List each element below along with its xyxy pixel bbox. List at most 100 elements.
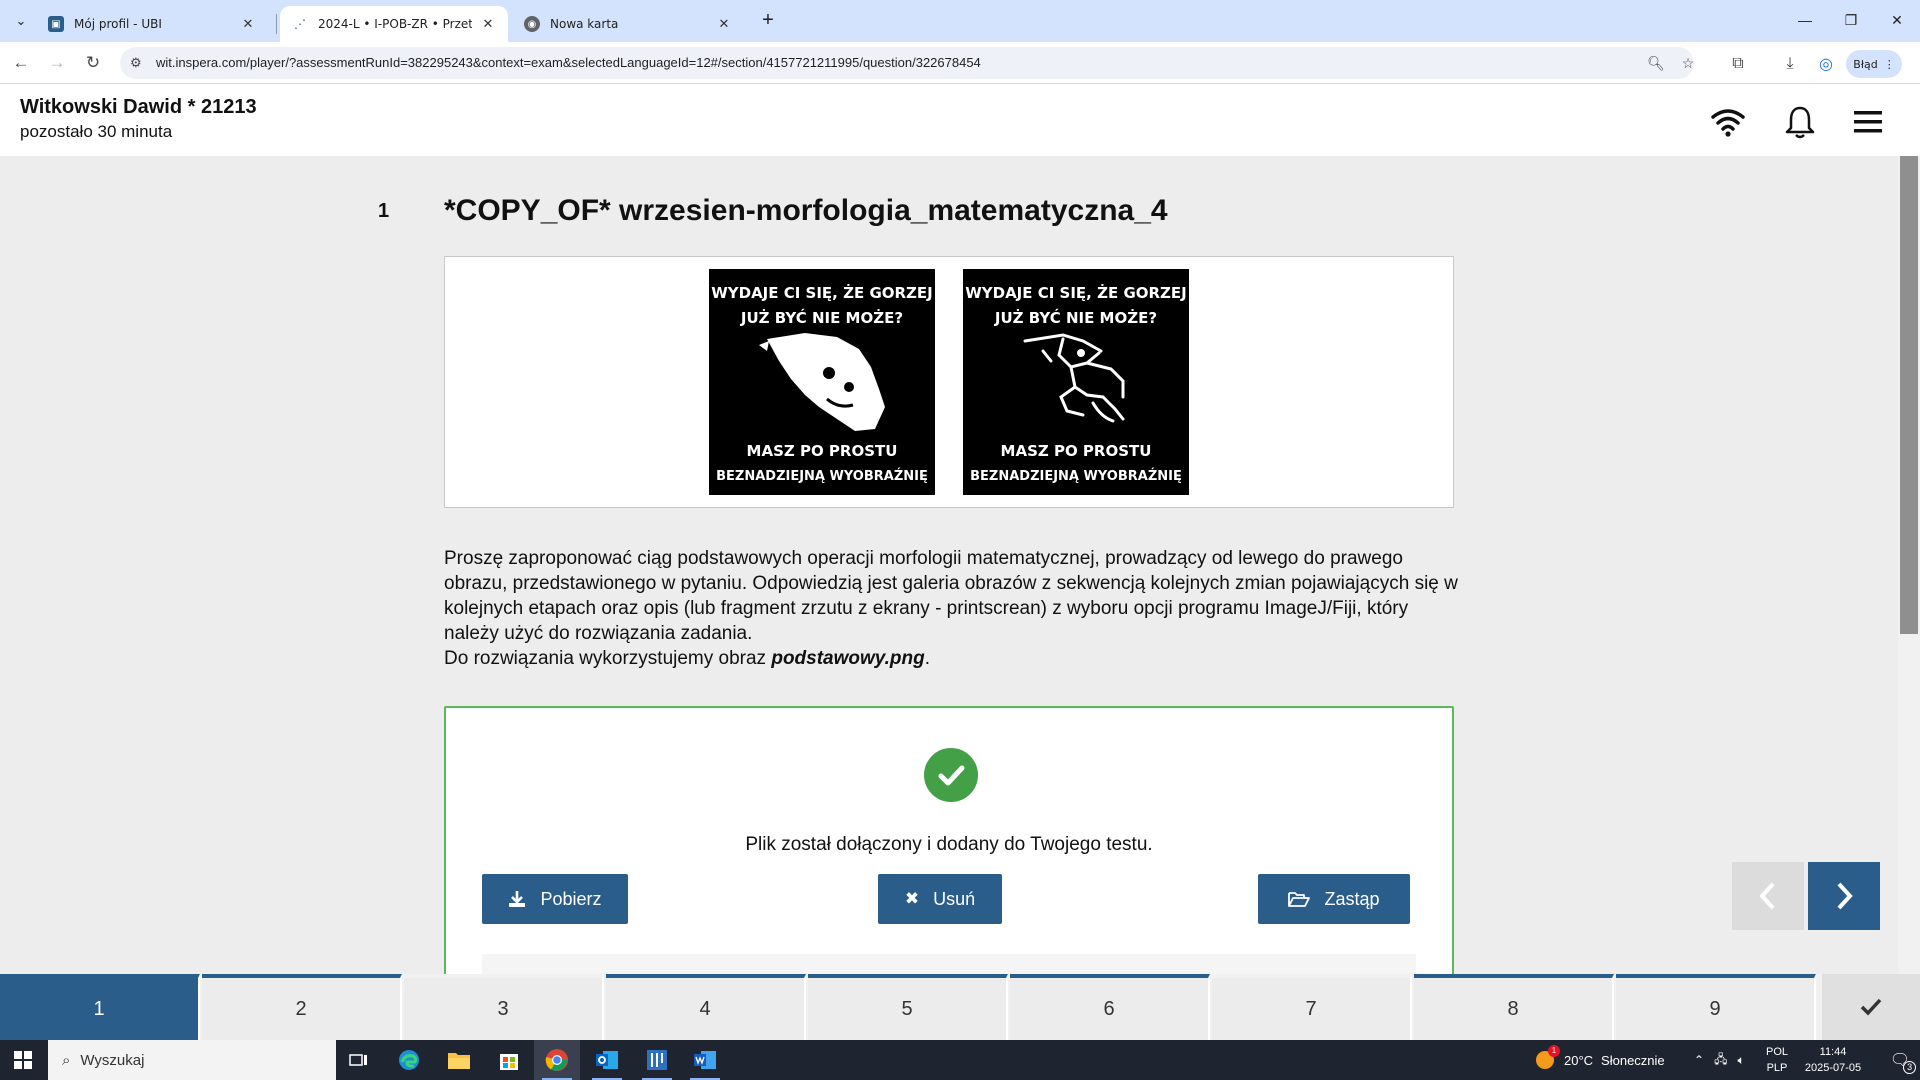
microsoft-store-icon[interactable] [486,1040,532,1080]
upload-answer-box: Plik został dołączony i dodany do Twojeg… [444,706,1454,974]
success-check-icon [924,748,978,802]
question-body-text: Proszę zaproponować ciąg podstawowych op… [444,548,1458,644]
replace-button[interactable]: Zastąp [1258,874,1410,924]
address-url[interactable]: wit.inspera.com/player/?assessmentRunId=… [156,55,981,70]
zoom-icon[interactable]: 🔍︎ [1646,53,1666,73]
tab-moj-profil[interactable]: ▣ Mój profil - UBI ✕ [36,6,268,42]
question-instructions: Proszę zaproponować ciąg podstawowych op… [444,546,1464,671]
input-language[interactable]: POL PLP [1762,1044,1792,1076]
wifi-icon[interactable] [1710,104,1746,140]
tab-title: Nowa karta [550,17,619,31]
exam-header: Witkowski Dawid * 21213 pozostało 30 min… [0,84,1920,156]
ubi-favicon-icon: ▣ [48,16,64,32]
tab-search-chevron-icon[interactable]: ⌄ [8,8,34,34]
download-icon[interactable]: ⤓ [1778,52,1802,76]
clock-time: 11:44 [1819,1046,1847,1058]
network-icon[interactable]: 🖧︎ [1714,1050,1727,1071]
close-icon[interactable]: ✕ [240,17,256,32]
question-nav-item[interactable]: 9 [1616,974,1816,1040]
next-question-button[interactable] [1808,862,1880,930]
weather-badge: 1 [1548,1045,1560,1057]
meme-bottom-text: MASZ PO PROSTU BEZNADZIEJNĄ WYOBRAŹNIĘ [970,442,1182,484]
taskbar-clock[interactable]: 11:44 2025-07-05 [1790,1044,1876,1076]
chevron-up-icon[interactable]: ⌃ [1694,1053,1704,1067]
window-close-icon[interactable]: ✕ [1874,0,1920,40]
time-remaining: pozostało 30 minuta [20,122,173,141]
chevron-right-icon [1837,882,1853,910]
tab-title: 2024-L • I-POB-ZR • Przetwarza [318,17,472,31]
chrome-browser-icon[interactable] [534,1040,580,1080]
question-nav-item[interactable]: 6 [1010,974,1210,1040]
outlook-icon[interactable] [584,1040,630,1080]
chevron-left-icon [1759,882,1775,910]
close-icon[interactable]: ✕ [480,17,496,32]
extensions-icon[interactable]: ⧉ [1726,52,1750,76]
start-button[interactable] [0,1040,46,1080]
word-icon[interactable] [682,1040,728,1080]
target-meme-image: WYDAJE CI SIĘ, ŻE GORZEJ JUŻ BYĆ NIE MOŻ… [963,269,1189,495]
account-icon[interactable]: ◎ [1814,52,1838,76]
download-button[interactable]: Pobierz [482,874,628,924]
question-nav-item[interactable]: 2 [202,974,402,1040]
taskbar-search-box[interactable]: ⌕ Wyszukaj [48,1040,336,1080]
question-navigation: 1 2 3 4 5 6 7 8 9 [0,974,1920,1040]
close-icon[interactable]: ✕ [716,17,732,32]
restore-icon[interactable]: ❐ [1828,0,1874,40]
reload-icon[interactable]: ↻ [80,50,106,76]
notification-center-icon[interactable]: 🗨︎ 3 [1880,1040,1920,1080]
search-placeholder: Wyszukaj [80,1051,145,1069]
remove-x-icon: ✖ [904,889,920,908]
weather-description: Słonecznie [1601,1052,1665,1068]
task-view-icon[interactable] [336,1040,382,1080]
folder-open-icon [1288,890,1311,908]
checkmark-icon [1860,998,1882,1016]
answer-editor-area[interactable] [482,954,1416,974]
address-bar[interactable]: ⚙ wit.inspera.com/player/?assessmentRunI… [120,47,1694,79]
question-content: 1 *COPY_OF* wrzesien-morfologia_matematy… [0,156,1898,974]
edge-browser-icon[interactable] [386,1040,432,1080]
question-number: 1 [378,200,390,222]
question-nav-item[interactable]: 7 [1212,974,1412,1040]
question-nav-item[interactable]: 4 [606,974,806,1040]
tab-nowa-karta[interactable]: ◉ Nowa karta ✕ [512,6,744,42]
question-image-panel: WYDAJE CI SIĘ, ŻE GORZEJ JUŻ BYĆ NIE MOŻ… [444,256,1454,508]
hamburger-menu-icon[interactable] [1850,104,1886,140]
question-file-line: Do rozwiązania wykorzystujemy obraz pods… [444,648,931,669]
tab-title: Mój profil - UBI [74,17,162,31]
question-nav-item[interactable]: 1 [0,974,200,1040]
back-arrow-icon[interactable]: ← [8,50,34,76]
question-title: *COPY_OF* wrzesien-morfologia_matematycz… [444,194,1168,227]
clock-date: 2025-07-05 [1804,1062,1862,1074]
upload-status-message: Plik został dołączony i dodany do Twojeg… [745,834,1153,855]
question-nav-item[interactable]: 3 [404,974,604,1040]
forward-arrow-icon[interactable]: → [44,50,70,76]
kebab-menu-icon: ⋮ [1883,57,1895,71]
question-nav-item[interactable]: 8 [1414,974,1614,1040]
meme-top-text: WYDAJE CI SIĘ, ŻE GORZEJ JUŻ BYĆ NIE MOŻ… [711,284,933,327]
windows-logo-icon [14,1051,32,1069]
browser-tabstrip: ⌄ ▣ Mój profil - UBI ✕ ⋰ 2024-L • I-POB-… [0,0,1920,42]
download-icon [508,890,526,908]
file-explorer-icon[interactable] [436,1040,482,1080]
chrome-favicon-icon: ◉ [524,16,540,32]
finish-test-button[interactable] [1822,974,1920,1040]
bookmark-star-icon[interactable]: ☆ [1678,53,1698,73]
tab-exam[interactable]: ⋰ 2024-L • I-POB-ZR • Przetwarza ✕ [280,6,508,42]
inspera-favicon-icon: ⋰ [294,17,306,31]
notification-count: 3 [1903,1061,1917,1074]
file-name: podstawowy.png [771,648,925,669]
previous-question-button[interactable] [1732,862,1804,930]
new-tab-plus-icon[interactable]: + [756,8,780,32]
site-info-icon[interactable]: ⚙ [130,55,142,71]
imagej-icon[interactable] [634,1040,680,1080]
profile-error-button[interactable]: Błąd ⋮ [1846,50,1902,78]
meme-bottom-text: MASZ PO PROSTU BEZNADZIEJNĄ WYOBRAŹNIĘ [716,442,928,484]
bell-icon[interactable] [1782,104,1818,140]
search-icon: ⌕ [62,1051,71,1069]
minimize-icon[interactable]: — [1782,0,1828,40]
volume-icon[interactable]: 🔈︎ [1737,1053,1744,1068]
question-nav-item[interactable]: 5 [808,974,1008,1040]
weather-widget[interactable]: 1 20°C Słonecznie [1534,1040,1665,1080]
remove-button[interactable]: ✖ Usuń [878,874,1002,924]
scrollbar-thumb[interactable] [1900,156,1918,634]
